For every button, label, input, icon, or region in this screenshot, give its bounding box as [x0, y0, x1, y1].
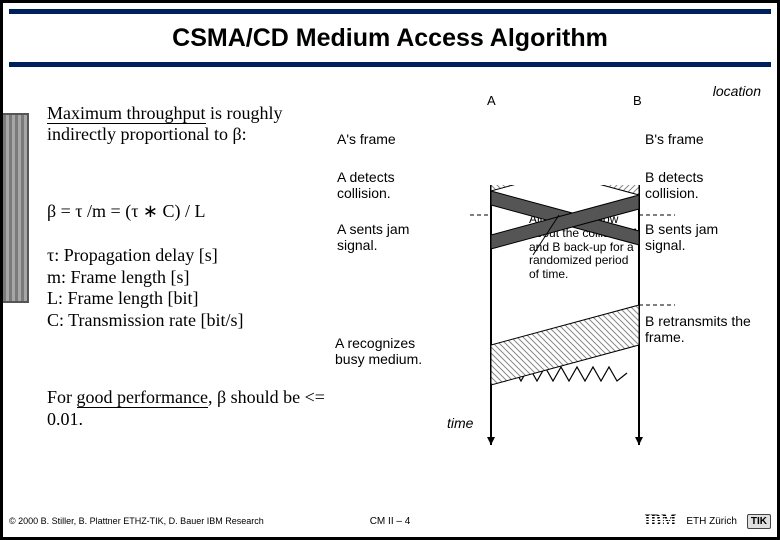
- label-b-frame: B's frame: [645, 131, 745, 147]
- tik-logo: TIK: [747, 514, 771, 529]
- legend-C: C: Transmission rate [bit/s]: [47, 310, 367, 332]
- collision-diagram: A B: [467, 185, 675, 515]
- title-bar: CSMA/CD Medium Access Algorithm: [9, 9, 771, 67]
- ibm-logo: IBM: [644, 512, 676, 530]
- throughput-paragraph: Maximum throughput is roughly indirectly…: [47, 103, 337, 145]
- footer: © 2000 B. Stiller, B. Plattner ETHZ-TIK,…: [9, 509, 771, 533]
- eth-text: ETH Zürich: [686, 516, 737, 527]
- footer-pageno: CM II – 4: [370, 516, 411, 527]
- slide-title: CSMA/CD Medium Access Algorithm: [172, 24, 608, 53]
- legend-L: L: Frame length [bit]: [47, 288, 367, 310]
- side-decoration: [3, 113, 29, 303]
- perf-underline: good performance: [77, 387, 208, 408]
- legend-m: m: Frame length [s]: [47, 267, 367, 289]
- symbol-legend: τ: Propagation delay [s] m: Frame length…: [47, 245, 367, 331]
- node-b-label: B: [633, 93, 642, 108]
- beta-formula: β = τ /m = (τ ∗ C) / L: [47, 201, 347, 222]
- label-a-jam: A sents jam signal.: [337, 221, 437, 253]
- label-a-detects: A detects collision.: [337, 169, 427, 201]
- content-area: Maximum throughput is roughly indirectly…: [47, 103, 761, 497]
- node-a-label: A: [487, 93, 496, 108]
- performance-paragraph: For good performance, β should be <= 0.0…: [47, 387, 327, 430]
- label-a-busy: A recognizes busy medium.: [335, 335, 445, 367]
- footer-copyright: © 2000 B. Stiller, B. Plattner ETHZ-TIK,…: [9, 516, 644, 526]
- label-a-frame: A's frame: [337, 131, 427, 147]
- label-location: location: [713, 83, 761, 99]
- underline-term: Maximum throughput: [47, 103, 206, 124]
- slide: CSMA/CD Medium Access Algorithm Maximum …: [0, 0, 780, 540]
- perf-pre: For: [47, 387, 77, 407]
- diagram-svg: [467, 185, 675, 515]
- legend-tau: τ: Propagation delay [s]: [47, 245, 367, 267]
- footer-logos: IBM ETH Zürich TIK: [644, 512, 771, 530]
